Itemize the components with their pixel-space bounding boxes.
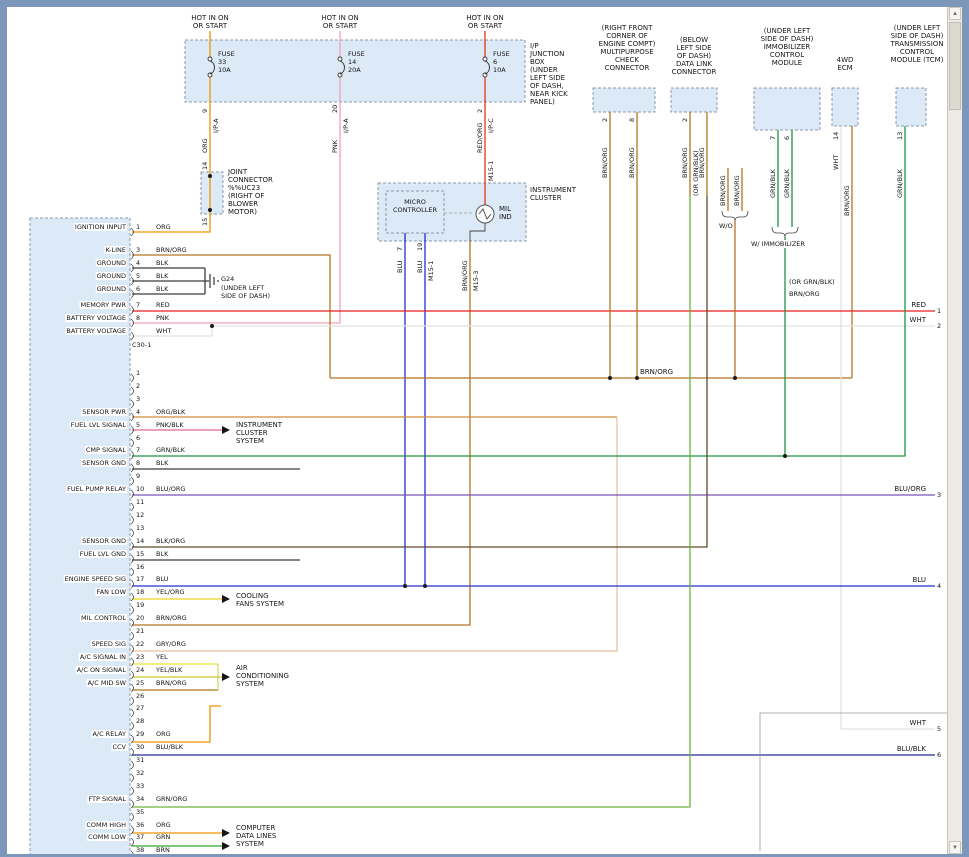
module-box-corner bbox=[760, 713, 948, 851]
data-link-connector-box bbox=[671, 88, 717, 112]
ecm-box bbox=[30, 218, 130, 854]
pin-bracket-icon bbox=[131, 774, 134, 782]
pin-bracket-icon bbox=[131, 851, 134, 854]
tcm-box bbox=[896, 88, 926, 126]
system-arrow-icon-2 bbox=[222, 673, 230, 681]
pin-bracket-icon bbox=[131, 697, 134, 705]
wo-brace-icon bbox=[722, 211, 748, 221]
system-arrow-icon-3 bbox=[222, 829, 230, 837]
fuse-terminal-icon bbox=[338, 57, 342, 61]
pin-bracket-icon bbox=[131, 813, 134, 821]
pin-bracket-icon bbox=[131, 490, 134, 498]
fuse-terminal-icon bbox=[483, 57, 487, 61]
junction-dot-6 bbox=[783, 454, 787, 458]
pin-bracket-icon bbox=[131, 503, 134, 511]
pin-bracket-icon bbox=[131, 838, 134, 846]
fourwd-ecm-box bbox=[832, 88, 858, 126]
joint-connector-box bbox=[201, 172, 223, 214]
pin-bracket-icon bbox=[131, 464, 134, 472]
wiring-diagram: 1IGNITION INPUTORG3K-LINEBRN/ORG4GROUNDB… bbox=[7, 7, 948, 854]
junction-dot-8 bbox=[423, 584, 427, 588]
fuse-terminal-icon bbox=[208, 57, 212, 61]
junction-dot-7 bbox=[403, 584, 407, 588]
wire-ftp bbox=[132, 196, 690, 807]
pin-bracket-icon bbox=[131, 606, 134, 614]
wire-ac-relay bbox=[132, 706, 221, 742]
scrollbar-thumb[interactable] bbox=[949, 22, 961, 110]
wiring-svg bbox=[7, 7, 948, 854]
system-arrow-icon-0 bbox=[222, 426, 230, 434]
junction-dot-1 bbox=[208, 208, 212, 212]
junction-dot-3 bbox=[608, 376, 612, 380]
wire-speed-sig bbox=[132, 417, 617, 651]
pin-bracket-icon bbox=[131, 516, 134, 524]
junction-dot-2 bbox=[210, 324, 214, 328]
pin-bracket-icon bbox=[131, 761, 134, 769]
wire-cmp bbox=[132, 126, 905, 456]
pin-bracket-icon bbox=[131, 658, 134, 666]
pin-bracket-icon bbox=[131, 555, 134, 563]
pin-bracket-icon bbox=[131, 542, 134, 550]
system-arrow-icon-1 bbox=[222, 595, 230, 603]
pin-bracket-icon bbox=[131, 306, 134, 314]
pin-bracket-icon bbox=[131, 632, 134, 640]
scroll-down-button[interactable]: ▼ bbox=[949, 841, 961, 854]
junction-dot-0 bbox=[208, 174, 212, 178]
pin-bracket-icon bbox=[131, 645, 134, 653]
scroll-up-button[interactable]: ▲ bbox=[949, 7, 961, 20]
pin-bracket-icon bbox=[131, 709, 134, 717]
pin-bracket-icon bbox=[131, 400, 134, 408]
wire-kline bbox=[132, 255, 330, 378]
pin-bracket-icon bbox=[131, 593, 134, 601]
pin-bracket-icon bbox=[131, 439, 134, 447]
diagram-canvas: 1IGNITION INPUTORG3K-LINEBRN/ORG4GROUNDB… bbox=[7, 7, 948, 854]
w-immobilizer-brace-icon bbox=[772, 227, 798, 237]
immobilizer-box bbox=[754, 88, 820, 130]
junction-box bbox=[185, 40, 525, 102]
pin-bracket-icon bbox=[131, 477, 134, 485]
junction-dot-5 bbox=[733, 376, 737, 380]
pin-bracket-icon bbox=[131, 684, 134, 692]
wire-mil-control bbox=[132, 241, 470, 625]
pin-bracket-icon bbox=[131, 619, 134, 627]
vertical-scrollbar[interactable]: ▲ ▼ bbox=[947, 7, 962, 854]
pin-bracket-icon bbox=[131, 387, 134, 395]
pin-bracket-icon bbox=[131, 580, 134, 588]
wire-batt-pnk bbox=[132, 77, 340, 323]
pin-bracket-icon bbox=[131, 451, 134, 459]
wire-batt-wht bbox=[132, 326, 935, 336]
pin-bracket-icon bbox=[131, 374, 134, 382]
pin-bracket-icon bbox=[131, 568, 134, 576]
check-connector-box bbox=[593, 88, 655, 112]
pin-bracket-icon bbox=[131, 671, 134, 679]
pin-bracket-icon bbox=[131, 722, 134, 730]
diagram-window: 1IGNITION INPUTORG3K-LINEBRN/ORG4GROUNDB… bbox=[0, 0, 969, 857]
micro-controller-box bbox=[386, 191, 444, 233]
wire-4wd-wht bbox=[841, 126, 935, 729]
pin-bracket-icon bbox=[131, 529, 134, 537]
pin-bracket-icon bbox=[131, 787, 134, 795]
system-arrow-icon-4 bbox=[222, 842, 230, 850]
junction-dot-4 bbox=[635, 376, 639, 380]
